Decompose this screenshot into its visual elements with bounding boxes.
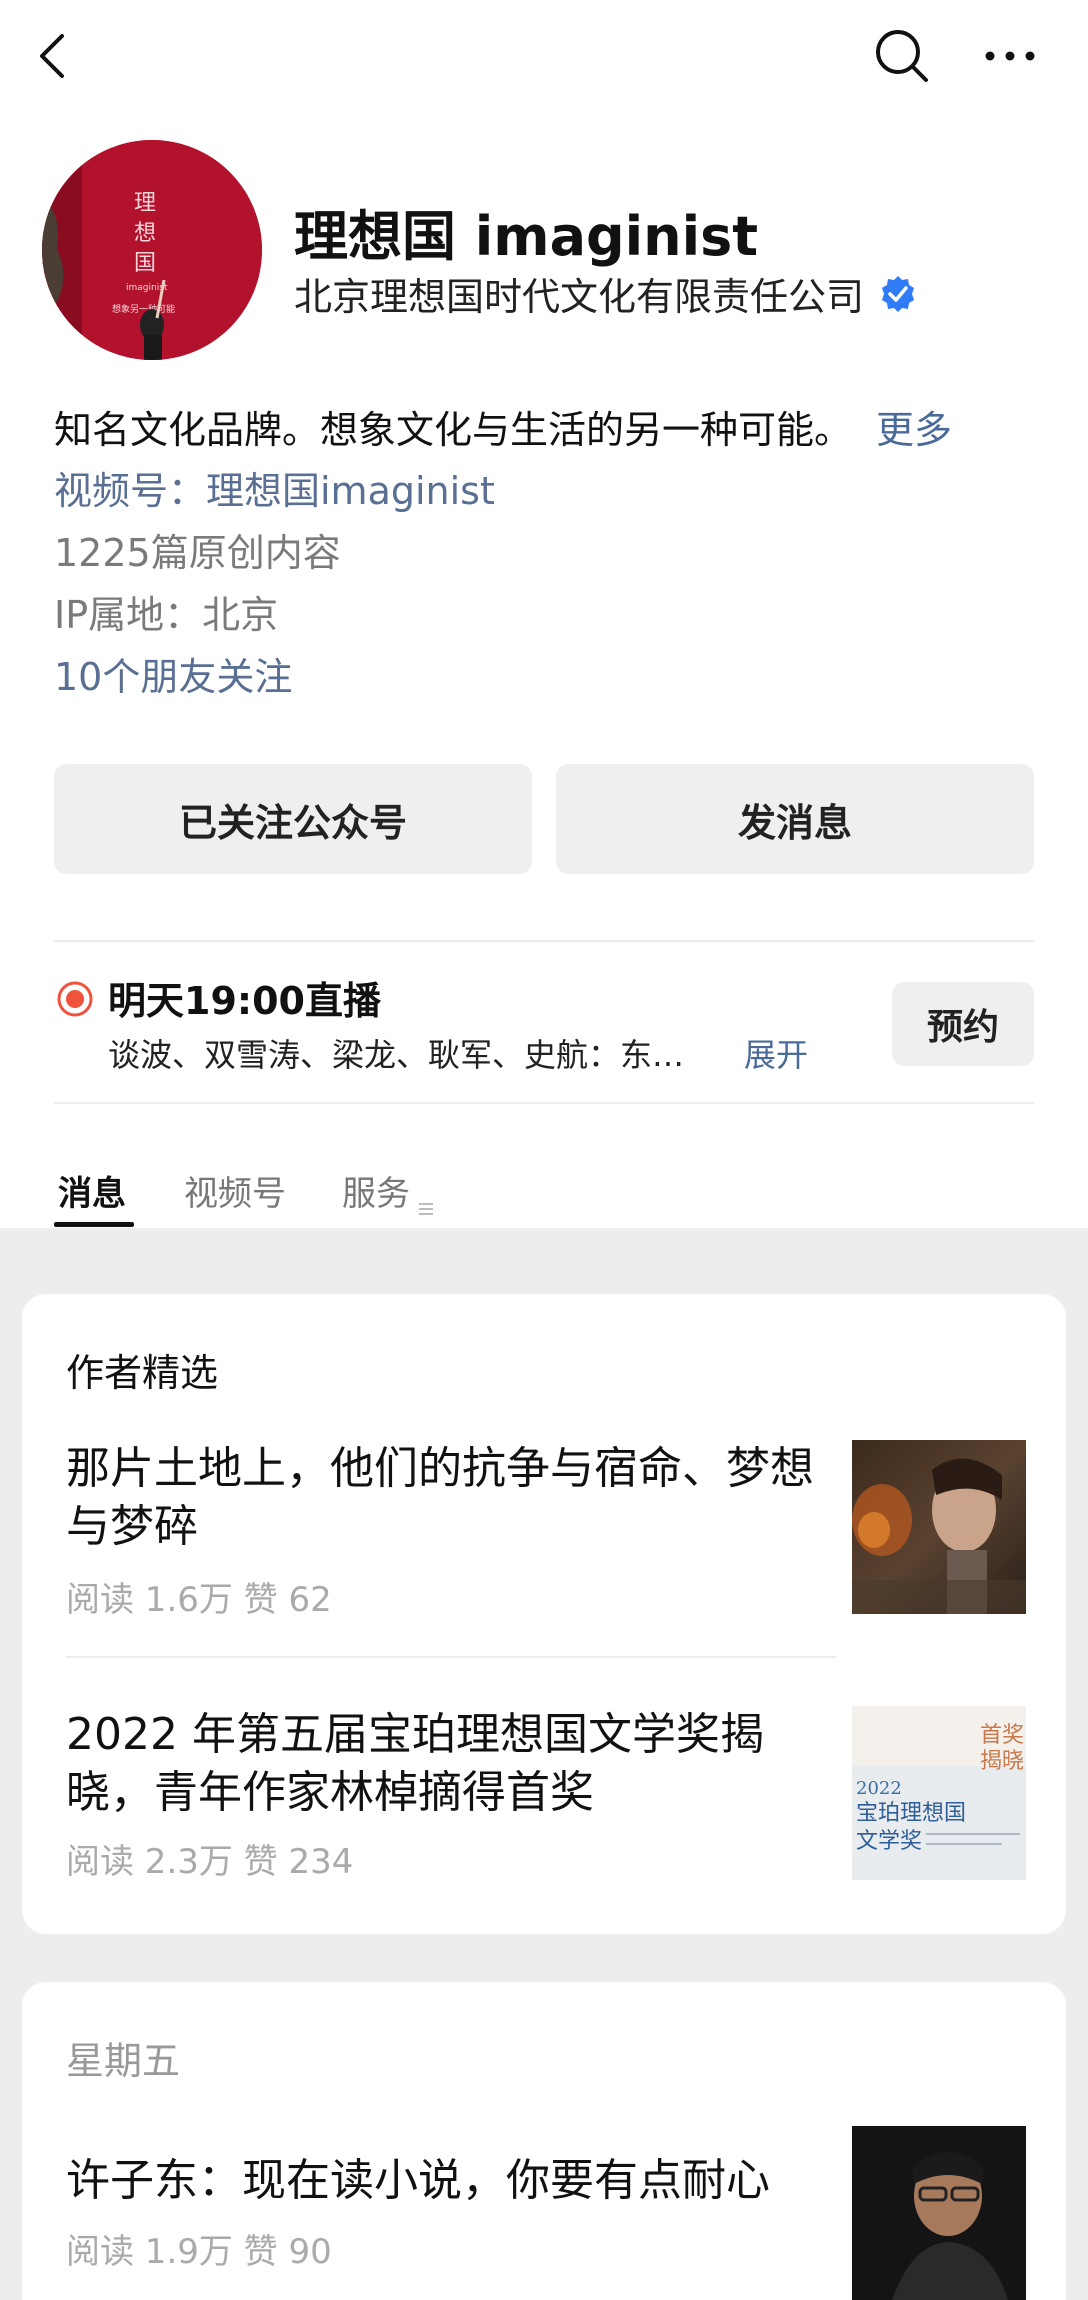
reserve-button[interactable]: 预约 [892, 982, 1034, 1066]
profile-info: 知名文化品牌。想象文化与生活的另一种可能。 更多 视频号：理想国imaginist… [54, 400, 1054, 708]
thumb-text-1: 首奖 [980, 1723, 1024, 1748]
thumb-text-5: 文学奖 [856, 1829, 922, 1854]
thumb-text-3: 2022 [856, 1778, 902, 1799]
expand-link[interactable]: 展开 [744, 1030, 808, 1076]
avatar[interactable]: 理 想 国 imaginist 想象另一种可能 [42, 140, 262, 360]
avatar-text-3: 国 [134, 251, 156, 276]
featured-card: 作者精选 那片土地上，他们的抗争与宿命、梦想与梦碎 阅读 1.6万 赞 62 2… [22, 1294, 1066, 1934]
search-icon[interactable] [872, 26, 932, 86]
tab-bar: 消息 视频号 服务 [54, 1150, 1034, 1228]
friends-following[interactable]: 10个朋友关注 [54, 646, 1054, 708]
profile-header: 理 想 国 imaginist 想象另一种可能 理想国 imaginist 北京… [42, 140, 1052, 370]
ip-location: IP属地：北京 [54, 593, 279, 637]
description-text: 知名文化品牌。想象文化与生活的另一种可能。 [54, 408, 853, 452]
live-icon [56, 980, 94, 1018]
channel-link[interactable]: 视频号：理想国imaginist [54, 460, 1054, 522]
article-item[interactable]: 那片土地上，他们的抗争与宿命、梦想与梦碎 阅读 1.6万 赞 62 [66, 1440, 1026, 1620]
thumb-text-2: 揭晓 [980, 1749, 1024, 1774]
verified-icon [878, 274, 918, 314]
article-item[interactable]: 2022 年第五届宝珀理想国文学奖揭晓，青年作家林棹摘得首奖 阅读 2.3万 赞… [66, 1706, 1026, 1886]
more-link[interactable]: 更多 [876, 408, 952, 452]
date-header: 星期五 [66, 2039, 181, 2083]
tab-services-label: 服务 [342, 1174, 410, 1214]
avatar-text-2: 想 [134, 221, 156, 246]
tab-messages[interactable]: 消息 [58, 1166, 126, 1215]
article-thumbnail: 首奖 揭晓 2022 宝珀理想国 文学奖 [852, 1706, 1026, 1880]
tab-services[interactable]: 服务 [342, 1166, 434, 1215]
original-count: 1225篇原创内容 [54, 531, 341, 575]
avatar-text-1: 理 [134, 191, 156, 216]
article-divider [66, 1656, 1026, 1658]
menu-icon [418, 1187, 434, 1215]
company-name-text: 北京理想国时代文化有限责任公司 [294, 275, 865, 319]
divider [66, 1656, 836, 1658]
live-notice[interactable]: 明天19:00直播 谈波、双雪涛、梁龙、耿军、史航：东… 展开 预约 [54, 940, 1034, 1104]
article-title: 2022 年第五届宝珀理想国文学奖揭晓，青年作家林棹摘得首奖 [66, 1709, 764, 1818]
company-name: 北京理想国时代文化有限责任公司 [294, 266, 918, 321]
tab-channels[interactable]: 视频号 [184, 1166, 286, 1215]
live-title: 明天19:00直播 [108, 979, 381, 1023]
active-tab-indicator [54, 1222, 134, 1227]
date-card: 星期五 许子东：现在读小说，你要有点耐心 阅读 1.9万 赞 90 [22, 1982, 1066, 2300]
back-icon[interactable] [30, 26, 80, 86]
article-thumbnail [852, 1440, 1026, 1614]
article-thumbnail [852, 2126, 1026, 2300]
action-buttons: 已关注公众号 发消息 [54, 764, 1034, 874]
article-title: 许子东：现在读小说，你要有点耐心 [66, 2155, 770, 2206]
description: 知名文化品牌。想象文化与生活的另一种可能。 更多 [54, 400, 1054, 460]
send-message-button[interactable]: 发消息 [556, 764, 1034, 874]
more-options-icon[interactable] [980, 36, 1040, 76]
thumb-text-4: 宝珀理想国 [856, 1801, 966, 1826]
account-name: 理想国 imaginist [294, 205, 759, 268]
live-guests: 谈波、双雪涛、梁龙、耿军、史航：东… [108, 1036, 685, 1074]
article-item[interactable]: 许子东：现在读小说，你要有点耐心 阅读 1.9万 赞 90 [66, 2126, 1026, 2300]
card-header: 作者精选 [66, 1351, 219, 1395]
followed-button[interactable]: 已关注公众号 [54, 764, 532, 874]
message-feed: 作者精选 那片土地上，他们的抗争与宿命、梦想与梦碎 阅读 1.6万 赞 62 2… [0, 1228, 1088, 2300]
top-bar [0, 0, 1088, 120]
article-stats: 阅读 2.3万 赞 234 [66, 1842, 354, 1882]
article-stats: 阅读 1.6万 赞 62 [66, 1580, 332, 1620]
avatar-text-5: 想象另一种可能 [112, 303, 175, 315]
article-stats: 阅读 1.9万 赞 90 [66, 2232, 332, 2272]
article-title: 那片土地上，他们的抗争与宿命、梦想与梦碎 [66, 1443, 814, 1552]
